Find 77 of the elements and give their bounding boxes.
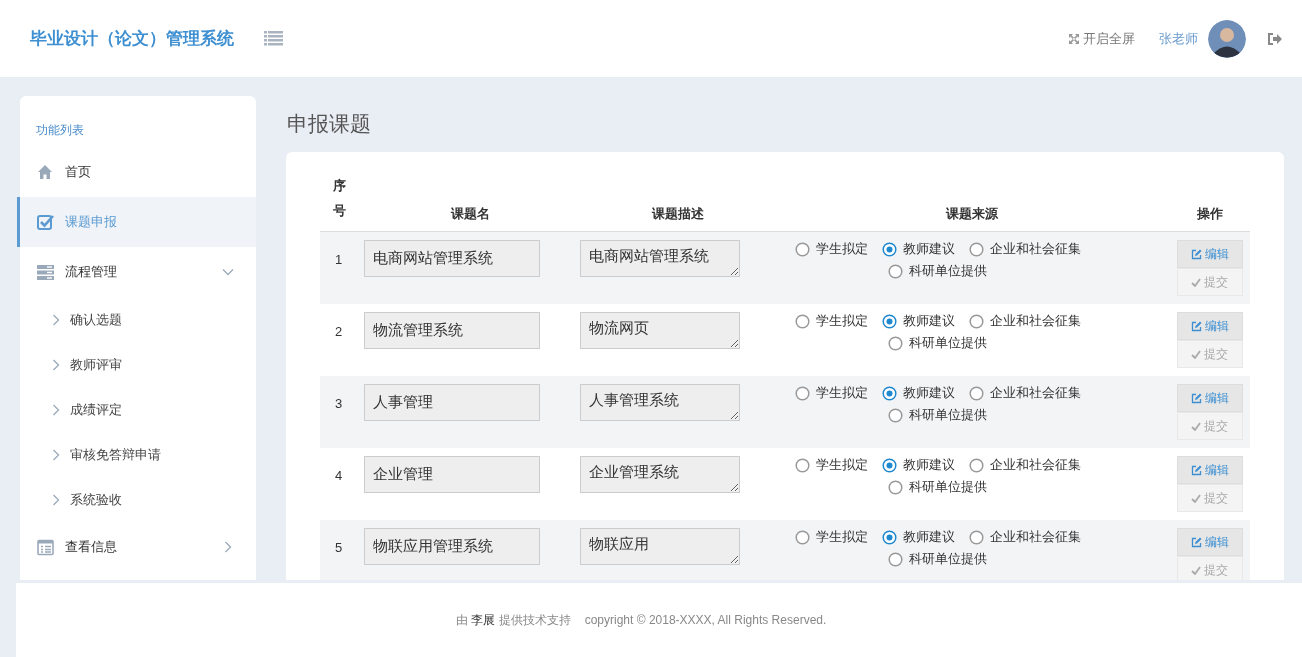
check-icon: [1191, 493, 1202, 503]
source-radio[interactable]: 学生拟定: [794, 312, 868, 331]
check-icon: [1191, 565, 1202, 575]
source-radio[interactable]: 企业和社会征集: [968, 456, 1081, 475]
edit-icon: [1190, 536, 1202, 548]
source-radio[interactable]: 科研单位提供: [888, 262, 988, 281]
check-icon: [1191, 277, 1202, 287]
source-radio[interactable]: 企业和社会征集: [968, 528, 1081, 547]
topic-name-field[interactable]: 物联应用管理系统: [364, 528, 540, 566]
edit-icon: [1190, 392, 1202, 404]
calendar-icon: [36, 537, 55, 557]
page-title: 申报课题: [287, 111, 372, 137]
avatar[interactable]: [1208, 19, 1246, 58]
check-icon: [1191, 349, 1202, 359]
sidebar-item[interactable]: 查看信息: [17, 522, 256, 572]
source-radio[interactable]: 教师建议: [881, 528, 955, 547]
source-radio[interactable]: 教师建议: [881, 312, 955, 331]
chevron-icon: [52, 403, 60, 416]
source-radio[interactable]: 企业和社会征集: [968, 312, 1081, 331]
sidebar-subitem[interactable]: 系统验收: [20, 477, 256, 522]
topic-name-field[interactable]: 物流管理系统: [364, 312, 540, 350]
sidebar-subitem[interactable]: 成绩评定: [20, 387, 256, 432]
chevron-icon: [52, 493, 60, 506]
menu-icon[interactable]: [264, 31, 283, 46]
source-radio[interactable]: 科研单位提供: [888, 334, 988, 353]
description-field[interactable]: 物联应用: [580, 528, 741, 566]
fullscreen-button[interactable]: 开启全屏: [1068, 29, 1135, 48]
source-radio[interactable]: 科研单位提供: [888, 550, 988, 569]
app-title: 毕业设计（论文）管理系统: [30, 28, 234, 50]
source-radio[interactable]: 学生拟定: [794, 528, 868, 547]
source-radio[interactable]: 学生拟定: [794, 384, 868, 403]
source-radio[interactable]: 教师建议: [881, 384, 955, 403]
sidebar-heading: 功能列表: [35, 122, 85, 139]
check-icon: [36, 212, 55, 232]
description-field[interactable]: 企业管理系统: [580, 456, 741, 494]
column-header: 操作: [1196, 206, 1223, 222]
source-radio[interactable]: 学生拟定: [794, 456, 868, 475]
topic-name-field[interactable]: 电商网站管理系统: [364, 240, 540, 278]
description-field[interactable]: 电商网站管理系统: [580, 240, 741, 278]
expand-icon: [1068, 32, 1080, 45]
source-radio[interactable]: 企业和社会征集: [968, 384, 1081, 403]
description-field[interactable]: 人事管理系统: [580, 384, 741, 422]
source-radio[interactable]: 科研单位提供: [888, 406, 988, 425]
description-field[interactable]: 物流网页: [580, 312, 741, 350]
sidebar-subitem[interactable]: 确认选题: [20, 297, 256, 342]
topic-name-field[interactable]: 企业管理: [364, 456, 540, 494]
row-number: 5: [334, 539, 344, 556]
column-header: 序号: [333, 178, 346, 218]
home-icon: [36, 162, 55, 182]
topic-name-field[interactable]: 人事管理: [364, 384, 540, 422]
row-number: 1: [334, 251, 344, 268]
row-number: 2: [334, 323, 344, 340]
row-number: 3: [334, 395, 344, 412]
chevron-icon: [52, 358, 60, 371]
chevron-icon: [52, 448, 60, 461]
column-header: 课题描述: [651, 206, 704, 222]
sidebar-item[interactable]: 首页: [17, 147, 256, 197]
edit-icon: [1190, 464, 1202, 476]
sidebar-subitem[interactable]: 教师评审: [20, 342, 256, 387]
source-radio[interactable]: 教师建议: [881, 456, 955, 475]
source-radio[interactable]: 企业和社会征集: [968, 240, 1081, 259]
edit-icon: [1190, 320, 1202, 332]
source-radio[interactable]: 教师建议: [881, 240, 955, 259]
chevron-icon: [52, 313, 60, 326]
column-header: 课题名: [450, 206, 490, 222]
logout-icon[interactable]: [1268, 32, 1282, 45]
footer-credit: 由 李展 提供技术支持: [456, 611, 571, 629]
edit-icon: [1190, 248, 1202, 260]
copyright-text: copyright © 2018-XXXX, All Rights Reserved.: [584, 613, 827, 627]
sidebar-item[interactable]: 流程管理: [17, 247, 256, 297]
row-number: 4: [334, 467, 344, 484]
server-icon: [36, 262, 55, 282]
sidebar-subitem[interactable]: 审核免答辩申请: [20, 432, 256, 477]
column-header: 课题来源: [946, 206, 999, 222]
source-radio[interactable]: 学生拟定: [794, 240, 868, 259]
source-radio[interactable]: 科研单位提供: [888, 478, 988, 497]
check-icon: [1191, 421, 1202, 431]
